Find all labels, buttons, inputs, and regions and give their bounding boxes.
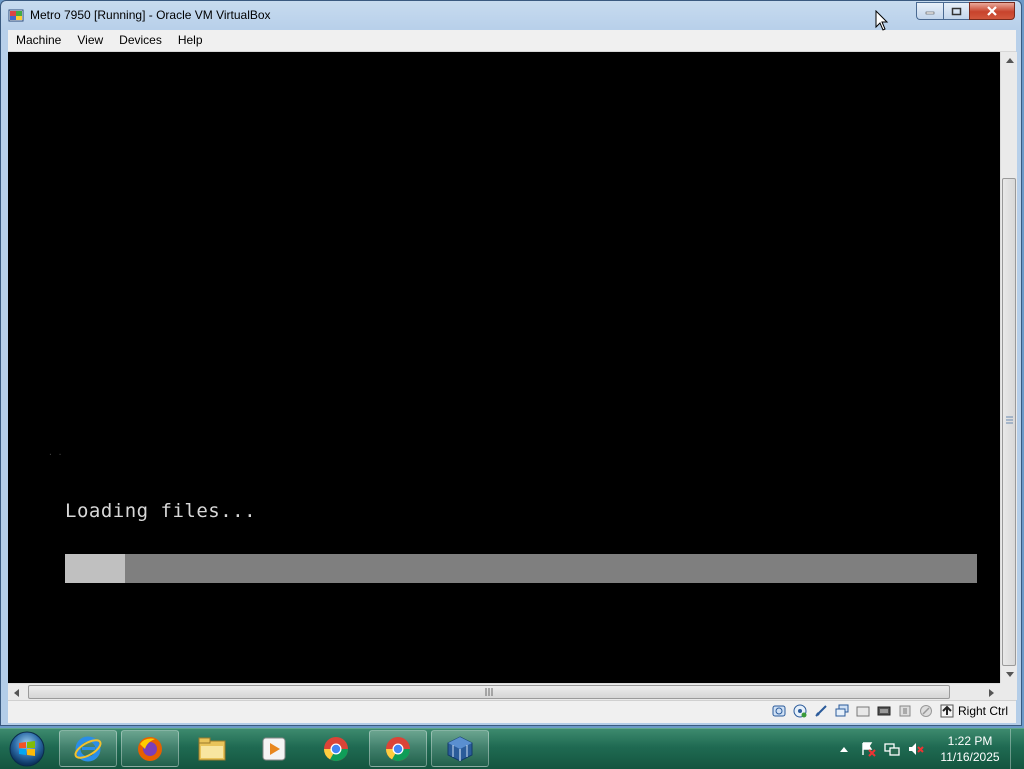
display-icon[interactable] <box>876 703 892 719</box>
action-center-icon[interactable] <box>859 740 877 758</box>
taskbar: 1:22 PM 11/16/2025 <box>0 728 1024 769</box>
grip-icon <box>485 688 493 696</box>
vm-display[interactable]: . . Loading files... <box>8 52 1000 683</box>
close-icon <box>987 6 997 16</box>
firefox-icon <box>138 736 162 761</box>
network-status-icon[interactable] <box>883 740 901 758</box>
chrome-icon <box>324 736 348 761</box>
status-bar: Right Ctrl <box>8 700 1016 723</box>
clock-time: 1:22 PM <box>947 734 993 748</box>
hard-disk-icon[interactable] <box>771 703 787 719</box>
shared-folders-icon[interactable] <box>855 703 871 719</box>
scrollbar-corner <box>1000 683 1017 700</box>
window-title: Metro 7950 [Running] - Oracle VM Virtual… <box>30 8 271 22</box>
loading-text: Loading files... <box>65 500 257 522</box>
horizontal-scrollbar[interactable] <box>8 683 1000 700</box>
start-button[interactable] <box>4 730 50 768</box>
menu-machine[interactable]: Machine <box>8 30 69 51</box>
optical-drive-icon[interactable] <box>792 703 808 719</box>
scroll-up-arrow-icon[interactable] <box>1001 52 1018 69</box>
menu-bar: Machine View Devices Help <box>8 30 1016 52</box>
taskbar-firefox[interactable] <box>121 730 179 767</box>
title-bar[interactable]: Metro 7950 [Running] - Oracle VM Virtual… <box>1 1 1021 30</box>
show-desktop-button[interactable] <box>1010 729 1024 769</box>
maximize-button[interactable] <box>943 2 969 20</box>
system-tray: 1:22 PM 11/16/2025 <box>832 729 1024 769</box>
clock-date: 11/16/2025 <box>940 750 1000 764</box>
taskbar-media-player[interactable] <box>245 730 303 767</box>
virtualbox-window: Metro 7950 [Running] - Oracle VM Virtual… <box>0 0 1022 726</box>
show-hidden-icons-icon[interactable] <box>835 740 853 758</box>
virtualbox-icon <box>447 735 473 762</box>
taskbar-internet-explorer[interactable] <box>59 730 117 767</box>
scroll-down-arrow-icon[interactable] <box>1001 666 1018 683</box>
taskbar-chrome[interactable] <box>307 730 365 767</box>
close-button[interactable] <box>969 2 1015 20</box>
scroll-right-arrow-icon[interactable] <box>983 684 1000 701</box>
usb-icon[interactable] <box>813 703 829 719</box>
status-icons: Right Ctrl <box>766 703 1008 719</box>
internet-explorer-icon <box>74 736 102 761</box>
grip-icon <box>1006 416 1013 424</box>
clock[interactable]: 1:22 PM 11/16/2025 <box>934 733 1006 765</box>
menu-help[interactable]: Help <box>170 30 211 51</box>
host-key-label: Right Ctrl <box>957 704 1008 718</box>
vertical-scroll-thumb[interactable] <box>1002 178 1016 666</box>
caption-buttons <box>916 2 1015 20</box>
scroll-left-arrow-icon[interactable] <box>8 684 25 701</box>
mouse-integration-icon[interactable] <box>939 703 955 719</box>
menu-devices[interactable]: Devices <box>111 30 170 51</box>
video-capture-icon[interactable] <box>897 703 913 719</box>
taskbar-chrome-running[interactable] <box>369 730 427 767</box>
mouse-cursor-icon <box>875 10 889 31</box>
network-icon[interactable] <box>834 703 850 719</box>
file-explorer-icon <box>198 737 226 760</box>
loading-progress-bar <box>65 554 977 583</box>
minimize-button[interactable] <box>916 2 943 20</box>
loading-progress-fill <box>65 554 126 583</box>
volume-muted-icon[interactable] <box>907 740 925 758</box>
taskbar-file-explorer[interactable] <box>183 730 241 767</box>
taskbar-virtualbox[interactable] <box>431 730 489 767</box>
media-player-icon <box>262 737 286 760</box>
vertical-scrollbar[interactable] <box>1000 52 1017 683</box>
cpu-icon[interactable] <box>918 703 934 719</box>
chrome-icon <box>386 736 410 761</box>
restore-icon <box>951 7 962 16</box>
minimize-icon <box>925 11 935 15</box>
virtualbox-app-icon[interactable] <box>8 8 24 24</box>
windows-logo-icon <box>9 731 45 767</box>
faint-console-text: . . <box>48 448 63 457</box>
menu-view[interactable]: View <box>69 30 111 51</box>
horizontal-scroll-thumb[interactable] <box>28 685 950 699</box>
